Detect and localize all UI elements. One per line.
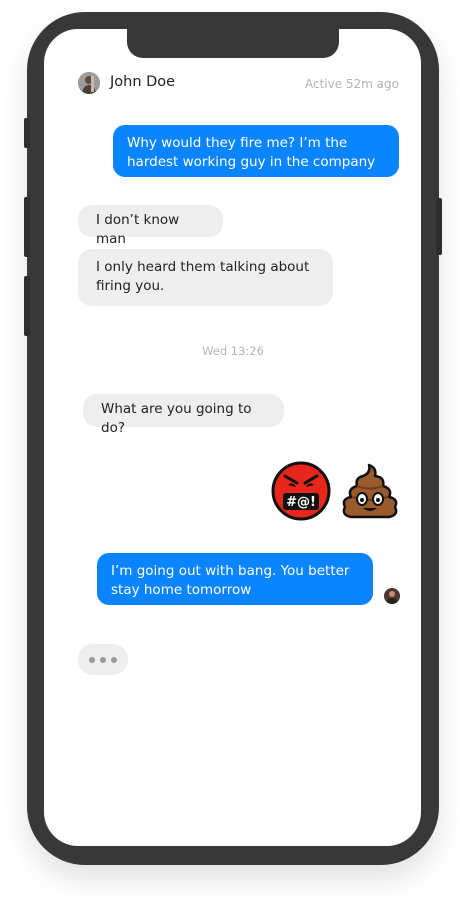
phone-notch [127, 29, 339, 58]
message-bubble-incoming[interactable]: What are you going to do? [83, 394, 284, 436]
symbols-glyph-text: #@! [286, 495, 316, 510]
phone-side-button [24, 118, 30, 148]
contact-name[interactable]: John Doe [110, 74, 175, 90]
read-receipt-avatar-icon [384, 588, 400, 604]
pile-of-poo-icon[interactable] [339, 463, 401, 519]
typing-dot [100, 657, 106, 663]
face-with-symbols-on-mouth-icon[interactable]: #@! [271, 461, 331, 521]
typing-dots-icon [78, 644, 128, 675]
phone-volume-up-button [24, 197, 30, 257]
contact-avatar-icon[interactable] [78, 72, 100, 94]
phone-volume-down-button [24, 276, 30, 336]
message-bubble-outgoing[interactable]: I’m going out with bang. You better stay… [97, 553, 373, 605]
message-timestamp: Wed 13:26 [202, 344, 264, 358]
typing-dot [111, 657, 117, 663]
message-bubble-outgoing[interactable]: Why would they fire me? I’m the hardest … [113, 125, 399, 177]
active-status: Active 52m ago [304, 77, 399, 91]
message-bubble-incoming[interactable]: I only heard them talking about firing y… [78, 249, 333, 306]
typing-dot [89, 657, 95, 663]
phone-power-button [436, 198, 442, 255]
message-bubble-incoming[interactable]: I don’t know man [78, 205, 223, 247]
